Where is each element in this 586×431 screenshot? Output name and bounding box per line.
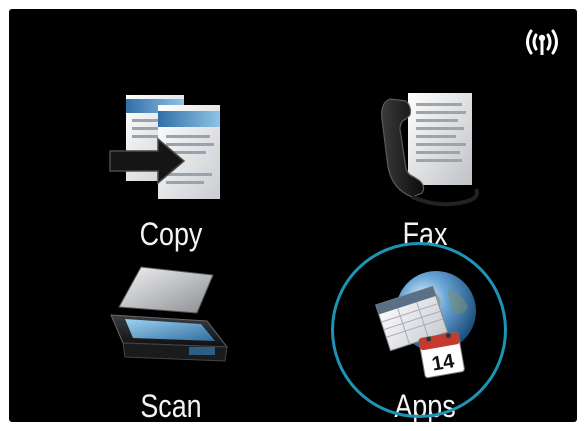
apps-button[interactable]: 14 Apps: [325, 253, 525, 422]
copy-icon: [109, 95, 220, 199]
copy-button[interactable]: Copy: [71, 71, 271, 261]
scan-icon: [110, 266, 229, 362]
scan-label: Scan: [140, 388, 202, 422]
fax-icon: [381, 93, 479, 207]
scan-button[interactable]: Scan: [71, 253, 271, 422]
printer-home-screen: Copy Fax Scan 14 Apps: [9, 9, 577, 422]
wireless-signal-icon[interactable]: [521, 25, 563, 59]
copy-label: Copy: [139, 216, 203, 252]
apps-label: Apps: [394, 388, 456, 422]
apps-icon: 14: [375, 271, 476, 379]
fax-button[interactable]: Fax: [325, 71, 525, 261]
fax-label: Fax: [402, 216, 448, 252]
